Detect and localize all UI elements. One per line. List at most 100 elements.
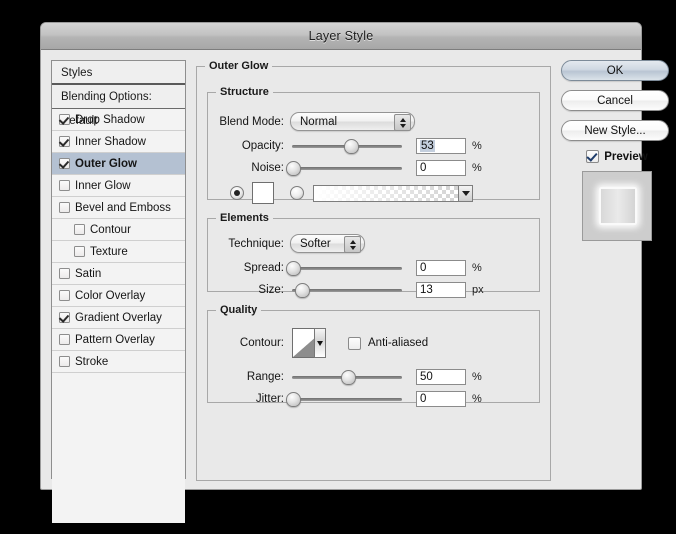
effect-enable-checkbox[interactable] [74, 224, 85, 235]
size-value: 13 [420, 284, 433, 296]
spread-input[interactable]: 0 [416, 260, 466, 276]
styles-list-item-stroke[interactable]: Stroke [52, 351, 185, 373]
styles-list-item-color-overlay[interactable]: Color Overlay [52, 285, 185, 307]
spread-value: 0 [420, 262, 427, 274]
preview-label: Preview [604, 150, 648, 163]
ok-button[interactable]: OK [561, 60, 669, 81]
styles-list-item-label: Contour [90, 223, 131, 236]
gradient-dropdown-button[interactable] [458, 184, 473, 202]
spread-slider[interactable] [285, 261, 402, 276]
opacity-input[interactable]: 53 [416, 138, 466, 154]
effect-enable-checkbox[interactable] [59, 114, 70, 125]
noise-input[interactable]: 0 [416, 160, 466, 176]
noise-row: Noise: 0 % [212, 160, 542, 176]
spread-label: Spread: [243, 262, 284, 274]
noise-slider[interactable] [285, 161, 402, 176]
styles-list-item-label: Texture [90, 245, 128, 258]
fill-gradient-radio[interactable] [290, 186, 304, 200]
effect-enable-checkbox[interactable] [59, 290, 70, 301]
glow-color-swatch[interactable] [252, 182, 274, 204]
quality-group: Quality Contour: Anti-aliased Range: 50 … [207, 304, 540, 407]
styles-list-item-satin[interactable]: Satin [52, 263, 185, 285]
styles-list-item-bevel-and-emboss[interactable]: Bevel and Emboss [52, 197, 185, 219]
chevron-updown-icon[interactable] [394, 114, 411, 131]
blend-mode-row: Blend Mode: Normal [212, 112, 530, 131]
opacity-unit: % [472, 140, 482, 152]
fill-color-radio[interactable] [230, 186, 244, 200]
preview-checkbox[interactable] [586, 150, 600, 163]
noise-label: Noise: [251, 162, 284, 174]
jitter-slider-knob[interactable] [285, 392, 301, 407]
dialog-actions: OK Cancel New Style... Preview [561, 60, 673, 241]
jitter-slider[interactable] [285, 392, 402, 407]
effect-enable-checkbox[interactable] [59, 158, 70, 169]
outer-glow-group: Outer Glow Structure Blend Mode: Normal [196, 60, 551, 481]
range-input[interactable]: 50 [416, 369, 466, 385]
jitter-value: 0 [420, 393, 427, 405]
styles-list-item-label: Outer Glow [75, 157, 137, 170]
opacity-slider[interactable] [292, 139, 402, 154]
cancel-button[interactable]: Cancel [561, 90, 669, 111]
styles-list-header[interactable]: Styles [52, 61, 185, 85]
effect-settings-area: Outer Glow Structure Blend Mode: Normal [196, 60, 551, 481]
size-slider[interactable] [292, 283, 402, 298]
effect-enable-checkbox[interactable] [59, 202, 70, 213]
effect-enable-checkbox[interactable] [59, 312, 70, 323]
styles-list-item-gradient-overlay[interactable]: Gradient Overlay [52, 307, 185, 329]
anti-aliased-checkbox[interactable] [348, 336, 361, 350]
spread-unit: % [472, 262, 482, 274]
range-label: Range: [246, 371, 284, 383]
jitter-input[interactable]: 0 [416, 391, 466, 407]
dialog-titlebar[interactable]: Layer Style [41, 23, 641, 50]
size-slider-knob[interactable] [295, 283, 311, 298]
contour-dropdown-button[interactable] [314, 328, 326, 358]
contour-row: Contour: Anti-aliased [212, 328, 530, 358]
styles-list-item-texture[interactable]: Texture [52, 241, 185, 263]
styles-list-item-label: Inner Glow [75, 179, 131, 192]
range-slider-knob[interactable] [340, 370, 356, 385]
styles-list-item-inner-glow[interactable]: Inner Glow [52, 175, 185, 197]
styles-list-item-contour[interactable]: Contour [52, 219, 185, 241]
effect-enable-checkbox[interactable] [59, 356, 70, 367]
blending-options-row[interactable]: Blending Options: Default [52, 85, 185, 127]
styles-list-item-outer-glow[interactable]: Outer Glow [52, 153, 185, 175]
effect-enable-checkbox[interactable] [59, 334, 70, 345]
effect-enable-checkbox[interactable] [59, 268, 70, 279]
noise-slider-knob[interactable] [285, 161, 301, 176]
effect-enable-checkbox[interactable] [59, 136, 70, 147]
styles-list-item-label: Stroke [75, 355, 109, 368]
structure-legend: Structure [220, 86, 269, 98]
size-input[interactable]: 13 [416, 282, 466, 298]
styles-list-panel: Styles Blending Options: Default Drop Sh… [51, 60, 186, 523]
range-slider[interactable] [292, 370, 402, 385]
opacity-row: Opacity: 53 % [212, 138, 542, 154]
styles-list-item-pattern-overlay[interactable]: Pattern Overlay [52, 329, 185, 351]
range-value: 50 [420, 371, 433, 383]
chevron-updown-icon[interactable] [344, 236, 361, 253]
contour-preview[interactable] [292, 328, 326, 358]
opacity-slider-knob[interactable] [343, 139, 359, 154]
quality-legend: Quality [220, 304, 258, 316]
dialog-body: Styles Blending Options: Default Drop Sh… [41, 50, 669, 523]
glow-gradient-preview[interactable] [313, 184, 473, 202]
effect-enable-checkbox[interactable] [74, 246, 85, 257]
styles-list-item-label: Satin [75, 267, 102, 280]
blend-mode-select[interactable]: Normal [290, 112, 415, 131]
styles-list-item-inner-shadow[interactable]: Inner Shadow [52, 131, 185, 153]
fill-type-row [230, 182, 530, 204]
spread-row: Spread: 0 % [212, 260, 542, 276]
opacity-value: 53 [420, 140, 435, 152]
structure-group: Structure Blend Mode: Normal Opacity: 53… [207, 86, 542, 204]
styles-list-item-label: Color Overlay [75, 289, 146, 302]
new-style-button[interactable]: New Style... [561, 120, 669, 141]
blend-mode-value: Normal [300, 115, 338, 128]
technique-select[interactable]: Softer [290, 234, 365, 253]
outer-glow-legend: Outer Glow [209, 60, 269, 72]
preview-toggle-row[interactable]: Preview [561, 150, 673, 163]
size-row: Size: 13 px [212, 282, 542, 298]
spread-slider-knob[interactable] [285, 261, 301, 276]
effect-enable-checkbox[interactable] [59, 180, 70, 191]
jitter-label: Jitter: [255, 393, 284, 405]
size-label: Size: [258, 284, 284, 296]
technique-label: Technique: [228, 237, 284, 250]
